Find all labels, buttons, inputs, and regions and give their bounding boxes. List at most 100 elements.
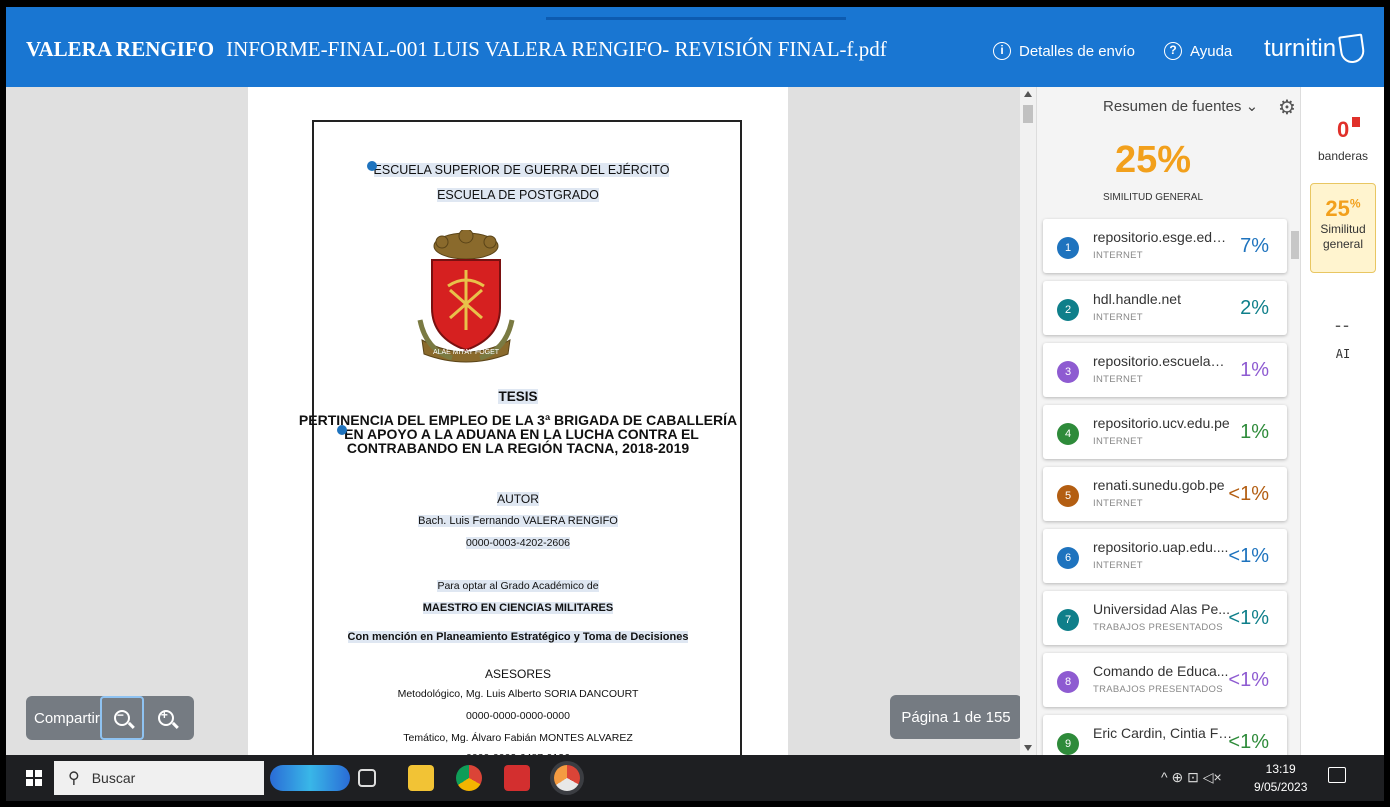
source-percentage: <1% <box>1228 731 1269 753</box>
source-summary-dropdown[interactable]: Resumen de fuentes ⌄ <box>1103 97 1258 115</box>
overall-similarity-label: SIMILITUD GENERAL <box>1102 192 1204 203</box>
submission-details-button[interactable]: i Detalles de envío <box>993 42 1135 60</box>
document-viewer[interactable]: ESCUELA SUPERIOR DE GUERRA DEL EJÉRCITO … <box>6 87 1022 780</box>
source-card[interactable]: 3 repositorio.escuelamil... INTERNET 1% <box>1043 343 1287 397</box>
flags-count: 0 <box>1337 117 1350 142</box>
source-name: renati.sunedu.gob.pe <box>1093 477 1225 493</box>
source-card[interactable]: 2 hdl.handle.net INTERNET 2% <box>1043 281 1287 335</box>
source-percentage: <1% <box>1228 669 1269 691</box>
source-percentage: <1% <box>1228 607 1269 629</box>
windows-start-icon[interactable] <box>26 770 42 786</box>
doc-autor-label: AUTOR <box>497 492 539 506</box>
source-name: Eric Cardin, Cintia Fi... <box>1093 725 1233 741</box>
turnitin-logo: turnitin <box>1264 33 1366 65</box>
doc-thesis-title: PERTINENCIA DEL EMPLEO DE LA 3ª BRIGADA … <box>248 413 788 455</box>
file-explorer-icon[interactable] <box>408 765 434 791</box>
source-percentage: 1% <box>1240 359 1269 381</box>
clock-date: 9/05/2023 <box>1254 780 1308 794</box>
source-rank-badge: 3 <box>1057 361 1079 383</box>
screen: VALERA RENGIFO INFORME-FINAL-001 LUIS VAL… <box>6 7 1384 801</box>
source-card[interactable]: 5 renati.sunedu.gob.pe INTERNET <1% <box>1043 467 1287 521</box>
help-label: Ayuda <box>1190 42 1233 60</box>
scroll-down-icon[interactable] <box>1024 745 1032 751</box>
crest-motto: ALAE MITAY FOGET <box>433 349 500 356</box>
source-rank-badge: 5 <box>1057 485 1079 507</box>
acrobat-icon[interactable] <box>504 765 530 791</box>
doc-asesor-2: Temático, Mg. Álvaro Fabián MONTES ALVAR… <box>403 732 633 744</box>
doc-grado-intro: Para optar al Grado Académico de <box>437 580 599 592</box>
info-icon: i <box>993 42 1011 60</box>
share-button[interactable]: Compartir <box>34 710 100 727</box>
title-line-1: PERTINENCIA DEL EMPLEO DE LA 3ª BRIGADA … <box>298 412 738 428</box>
doc-asesor-1: Metodológico, Mg. Luis Alberto SORIA DAN… <box>397 688 639 700</box>
help-button[interactable]: ? Ayuda <box>1164 42 1232 60</box>
page-indicator: Página 1 de 155 <box>890 695 1022 739</box>
source-type: TRABAJOS PRESENTADOS <box>1093 622 1223 633</box>
source-card[interactable]: 7 Universidad Alas Pe... TRABAJOS PRESENTA… <box>1043 591 1287 645</box>
source-type: INTERNET <box>1093 374 1143 385</box>
submission-details-label: Detalles de envío <box>1019 42 1135 60</box>
source-card[interactable]: 4 repositorio.ucv.edu.pe INTERNET 1% <box>1043 405 1287 459</box>
doc-grado: MAESTRO EN CIENCIAS MILITARES <box>422 602 614 614</box>
scroll-up-icon[interactable] <box>1024 91 1032 97</box>
clock-time: 13:19 <box>1265 762 1296 776</box>
source-list: 1 repositorio.esge.edu.pe INTERNET 7% 2 hdl.h… <box>1043 219 1287 777</box>
header-bar: VALERA RENGIFO INFORME-FINAL-001 LUIS VAL… <box>6 7 1384 87</box>
doc-asesor-1-orcid: 0000-0000-0000-0000 <box>466 710 570 722</box>
source-rank-badge: 2 <box>1057 299 1079 321</box>
source-card[interactable]: 8 Comando de Educa... TRABAJOS PRESENTADOS… <box>1043 653 1287 707</box>
source-rank-badge: 8 <box>1057 671 1079 693</box>
source-rank-badge: 9 <box>1057 733 1079 755</box>
similarity-label-2: general <box>1322 237 1364 251</box>
chrome-profile-icon[interactable] <box>554 765 580 791</box>
source-name: repositorio.esge.edu.pe <box>1093 229 1233 245</box>
overall-similarity-value: 25% <box>1114 139 1192 181</box>
sources-panel: Resumen de fuentes ⌄ ⚙ 25% SIMILITUD GEN… <box>1036 87 1301 769</box>
chrome-icon[interactable] <box>456 765 482 791</box>
source-type: INTERNET <box>1093 560 1143 571</box>
source-percentage: 2% <box>1240 297 1269 319</box>
scrollbar-thumb[interactable] <box>1291 231 1299 259</box>
source-name: repositorio.ucv.edu.pe <box>1093 415 1230 431</box>
ai-label: AI <box>1335 347 1351 361</box>
doc-tesis: TESIS <box>498 389 538 404</box>
doc-mencion: Con mención en Planeamiento Estratégico … <box>347 631 689 643</box>
scrollbar-thumb[interactable] <box>1023 105 1033 123</box>
source-type: INTERNET <box>1093 250 1143 261</box>
source-card[interactable]: 6 repositorio.uap.edu.... INTERNET <1% <box>1043 529 1287 583</box>
ai-score[interactable]: -- <box>1301 315 1384 336</box>
source-type: TRABAJOS PRESENTADOS <box>1093 684 1223 695</box>
windows-taskbar: ⚲ Buscar ^ ⊕ ⊡ ◁× 13:19 9/05/2023 <box>6 755 1384 801</box>
flag-icon <box>1352 117 1360 127</box>
loading-indicator <box>546 17 846 20</box>
source-rank-badge: 6 <box>1057 547 1079 569</box>
source-percentage: 1% <box>1240 421 1269 443</box>
title-line-2: EN APOYO A LA ADUANA EN LA LUCHA CONTRA … <box>248 425 788 441</box>
taskbar-search[interactable]: ⚲ Buscar <box>54 761 264 795</box>
task-view-icon[interactable] <box>358 769 376 787</box>
zoom-in-button[interactable]: + <box>144 696 188 740</box>
source-name: Universidad Alas Pe... <box>1093 601 1230 617</box>
doc-line-school: ESCUELA SUPERIOR DE GUERRA DEL EJÉRCITO <box>248 161 788 177</box>
source-percentage: <1% <box>1228 483 1269 505</box>
doc-line-postgrado: ESCUELA DE POSTGRADO <box>437 188 599 202</box>
document-page: ESCUELA SUPERIOR DE GUERRA DEL EJÉRCITO … <box>248 87 788 780</box>
gear-icon[interactable]: ⚙ <box>1278 95 1296 120</box>
document-scrollbar[interactable] <box>1020 87 1036 755</box>
system-tray[interactable]: ^ ⊕ ⊡ ◁× <box>1161 769 1222 786</box>
panel-header: Resumen de fuentes ⌄ ⚙ <box>1037 87 1301 127</box>
source-type: INTERNET <box>1093 436 1143 447</box>
right-rail: 0 banderas 25% Similitud general -- AI <box>1300 87 1384 755</box>
notification-icon[interactable] <box>1328 767 1346 783</box>
source-name: repositorio.uap.edu.... <box>1093 539 1229 555</box>
source-rank-badge: 4 <box>1057 423 1079 445</box>
document-title: VALERA RENGIFO INFORME-FINAL-001 LUIS VAL… <box>26 37 887 62</box>
weather-widget-icon[interactable] <box>270 765 350 791</box>
source-card[interactable]: 1 repositorio.esge.edu.pe INTERNET 7% <box>1043 219 1287 273</box>
turnitin-logo-icon <box>1338 33 1366 65</box>
match-marker-1[interactable] <box>366 161 377 171</box>
similarity-tab[interactable]: 25% Similitud general <box>1310 183 1376 273</box>
source-rank-badge: 7 <box>1057 609 1079 631</box>
zoom-out-button[interactable]: − <box>99 696 144 740</box>
clock[interactable]: 13:19 9/05/2023 <box>1254 760 1307 796</box>
